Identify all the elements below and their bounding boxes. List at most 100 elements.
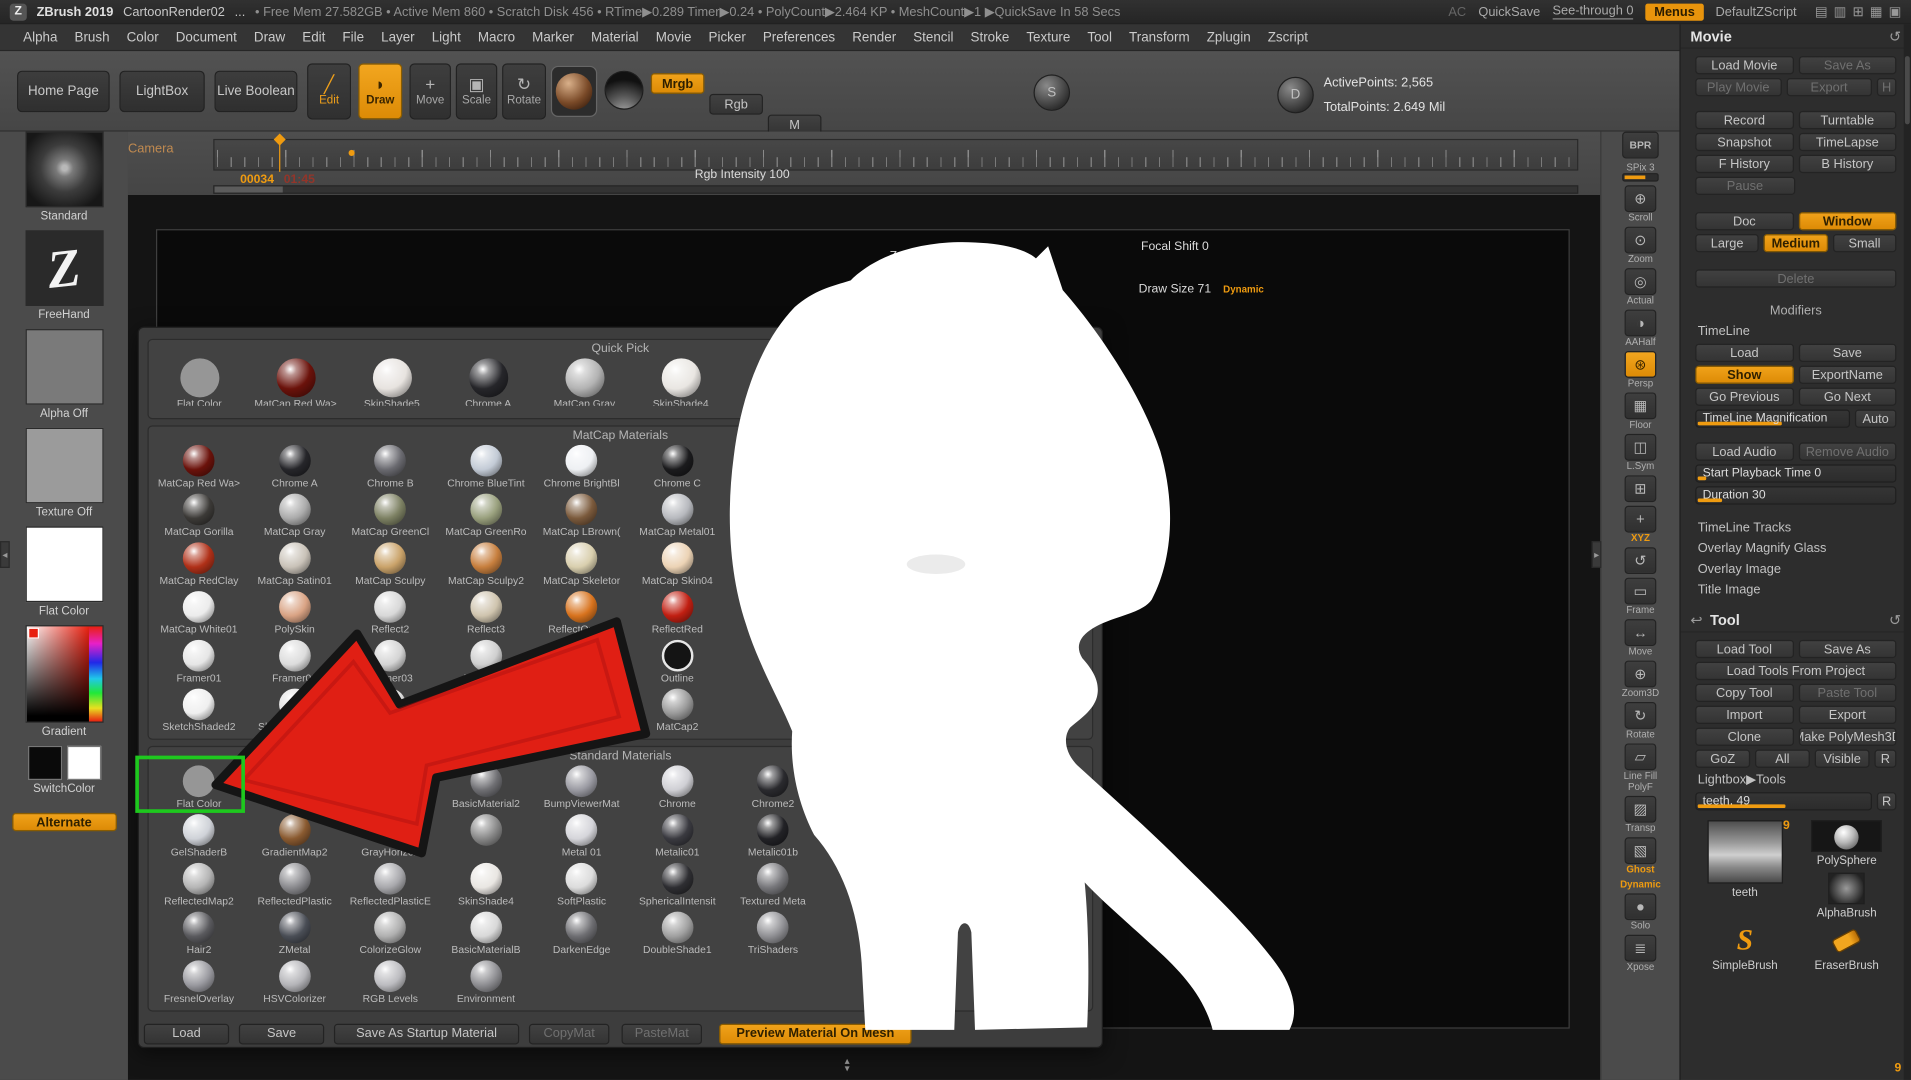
titlebar-icon[interactable]: ▥	[1834, 5, 1847, 20]
scale-button[interactable]: ▣ Scale	[456, 63, 497, 119]
material-chrome-a[interactable]: Chrome A	[440, 357, 536, 406]
dynamic-size-icon[interactable]: D	[1277, 77, 1314, 114]
button-f-history[interactable]: F History	[1695, 155, 1793, 173]
strip-move[interactable]: ↔Move	[1625, 619, 1657, 657]
titlebar-icon[interactable]: ⊞	[1852, 5, 1863, 20]
material-matcap-red-wa[interactable]: MatCap Red Wa>	[247, 357, 343, 406]
strip-persp[interactable]: ⊛Persp	[1625, 351, 1657, 389]
button-large[interactable]: Large	[1695, 234, 1759, 252]
button-pause[interactable]: Pause	[1695, 177, 1794, 195]
button-doc[interactable]: Doc	[1695, 212, 1793, 230]
material-matcap-red-wa[interactable]: MatCap Red Wa>	[151, 444, 247, 493]
thumb-eraserbrush[interactable]: EraserBrush	[1799, 925, 1893, 973]
menu-texture[interactable]: Texture	[1018, 30, 1079, 45]
menu-file[interactable]: File	[334, 30, 373, 45]
popup-scroll-arrows[interactable]: ▴ ▾	[845, 1058, 850, 1073]
menu-render[interactable]: Render	[844, 30, 905, 45]
menu-zscript[interactable]: Zscript	[1259, 30, 1316, 45]
panel-item-overlay-image[interactable]: Overlay Image	[1695, 561, 1896, 578]
hue-strip[interactable]	[88, 626, 101, 721]
strip-floor[interactable]: ▦Floor	[1625, 392, 1657, 430]
rotate-button[interactable]: ↻ Rotate	[502, 63, 546, 119]
button-auto[interactable]: Auto	[1855, 410, 1896, 428]
button-copy-tool[interactable]: Copy Tool	[1695, 684, 1793, 702]
button-clone[interactable]: Clone	[1695, 728, 1793, 746]
button-all[interactable]: All	[1755, 750, 1810, 768]
spix-slider[interactable]	[1622, 173, 1659, 182]
button-load-tools-from-project[interactable]: Load Tools From Project	[1695, 662, 1896, 680]
strip-icon[interactable]: ⊞	[1625, 475, 1657, 502]
menu-stroke[interactable]: Stroke	[962, 30, 1018, 45]
button-load-movie[interactable]: Load Movie	[1695, 56, 1793, 74]
current-material-slot[interactable]	[551, 66, 597, 117]
button-record[interactable]: Record	[1695, 111, 1793, 129]
button-export[interactable]: Export	[1786, 78, 1872, 96]
slider-timeline-magnification[interactable]: TimeLine Magnification	[1695, 410, 1850, 428]
button-turntable[interactable]: Turntable	[1798, 111, 1896, 129]
menu-alpha[interactable]: Alpha	[15, 30, 66, 45]
current-brush-thumbnail[interactable]	[25, 132, 103, 208]
texture-thumbnail[interactable]	[25, 428, 103, 504]
titlebar-icon[interactable]: ▦	[1870, 5, 1883, 20]
material-hair2[interactable]: Hair2	[151, 910, 247, 959]
slider-start-playback-time-0[interactable]: Start Playback Time 0	[1695, 464, 1896, 482]
menu-preferences[interactable]: Preferences	[754, 30, 843, 45]
tool-palette-header[interactable]: ↩ Tool ↺	[1681, 608, 1911, 632]
button-load-audio[interactable]: Load Audio	[1695, 442, 1793, 460]
material-chrome-a[interactable]: Chrome A	[247, 444, 343, 493]
scrollbar-handle[interactable]	[215, 186, 283, 192]
panel-item-lightbox-tools[interactable]: Lightbox▶Tools	[1695, 771, 1896, 788]
strip-dynamic[interactable]: Dynamic	[1620, 879, 1661, 890]
menu-picker[interactable]: Picker	[700, 30, 754, 45]
timeline-scrollbar[interactable]	[213, 185, 1578, 194]
button-b-history[interactable]: B History	[1798, 155, 1896, 173]
restore-tool-palette-icon[interactable]: ↺	[1889, 611, 1901, 628]
button-load[interactable]: Load	[1695, 344, 1793, 362]
sculptris-mode-icon[interactable]: S	[1034, 74, 1071, 111]
material-matcap-skeletor[interactable]: MatCap Skeletor	[534, 541, 630, 590]
menu-transform[interactable]: Transform	[1121, 30, 1199, 45]
material-colorizeglow[interactable]: ColorizeGlow	[342, 910, 438, 959]
material-flat-color[interactable]: Flat Color	[151, 357, 247, 406]
stroke-type-thumbnail[interactable]: Z	[25, 230, 103, 306]
main-color-swatch[interactable]	[27, 746, 61, 780]
panel-item-title-image[interactable]: Title Image	[1695, 581, 1896, 598]
menu-material[interactable]: Material	[582, 30, 647, 45]
menu-macro[interactable]: Macro	[469, 30, 523, 45]
material-chrome-bluetint[interactable]: Chrome BlueTint	[438, 444, 534, 493]
panel-item-timeline[interactable]: TimeLine	[1695, 323, 1896, 340]
material-matcap-gray[interactable]: MatCap Gray	[247, 492, 343, 541]
button-play-movie[interactable]: Play Movie	[1695, 78, 1781, 96]
camera-label[interactable]: Camera	[128, 141, 174, 156]
button-save[interactable]: Save	[239, 1023, 324, 1044]
strip-solo[interactable]: ●Solo	[1625, 893, 1657, 931]
menu-edit[interactable]: Edit	[294, 30, 334, 45]
material-matcap-sculpy2[interactable]: MatCap Sculpy2	[438, 541, 534, 590]
material-environment[interactable]: Environment	[438, 959, 534, 1008]
material-matcap-sculpy[interactable]: MatCap Sculpy	[342, 541, 438, 590]
panel-item-overlay-magnify-glass[interactable]: Overlay Magnify Glass	[1695, 540, 1896, 557]
button-paste-tool[interactable]: Paste Tool	[1798, 684, 1896, 702]
menu-marker[interactable]: Marker	[524, 30, 583, 45]
thumb-alphabrush[interactable]: AlphaBrush	[1799, 873, 1893, 921]
menu-draw[interactable]: Draw	[245, 30, 293, 45]
material-matcap-greencl[interactable]: MatCap GreenCl	[342, 492, 438, 541]
alpha-thumbnail[interactable]	[25, 329, 103, 405]
button-make-polymesh3d[interactable]: Make PolyMesh3D	[1798, 728, 1896, 746]
button-import[interactable]: Import	[1695, 706, 1793, 724]
button-r[interactable]: R	[1877, 792, 1897, 810]
button-medium[interactable]: Medium	[1764, 234, 1828, 252]
edit-button[interactable]: ╱ Edit	[307, 63, 351, 119]
strip-rotate[interactable]: ↻Rotate	[1625, 702, 1657, 740]
material-rgb-levels[interactable]: RGB Levels	[342, 959, 438, 1008]
button-small[interactable]: Small	[1833, 234, 1897, 252]
movie-palette-header[interactable]: Movie ↺	[1681, 24, 1911, 48]
button-save-as-startup-material[interactable]: Save As Startup Material	[334, 1023, 519, 1044]
material-zmetal[interactable]: ZMetal	[247, 910, 343, 959]
menu-light[interactable]: Light	[423, 30, 469, 45]
strip-actual[interactable]: ◎Actual	[1625, 268, 1657, 306]
material-matcap-gorilla[interactable]: MatCap Gorilla	[151, 492, 247, 541]
strip-icon[interactable]: ↺	[1625, 547, 1657, 574]
live-boolean-button[interactable]: Live Boolean	[215, 71, 298, 112]
button-window[interactable]: Window	[1798, 212, 1896, 230]
